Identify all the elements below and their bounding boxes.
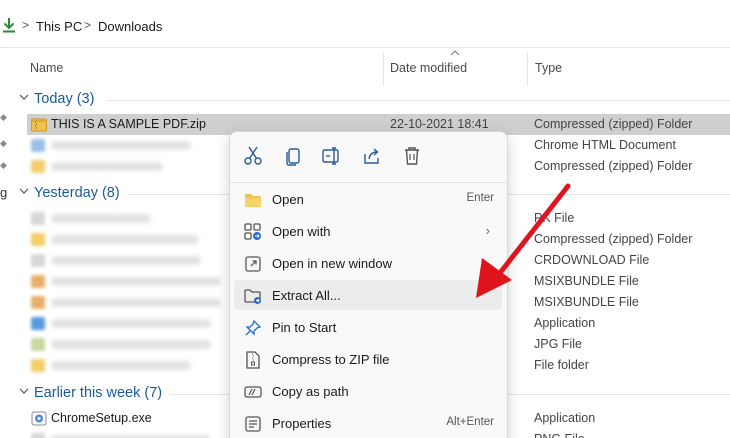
blurred-file-name — [51, 256, 201, 265]
group-label: Yesterday (8) — [34, 185, 120, 201]
file-type: MSIXBUNDLE File — [534, 295, 639, 309]
file-type: CRDOWNLOAD File — [534, 253, 650, 267]
left-pane-chevron-icon: ◆ — [0, 112, 7, 122]
group-label: Today (3) — [34, 91, 95, 107]
menu-item-extract-all[interactable]: Extract All... — [234, 280, 502, 310]
menu-item-pin-to-start[interactable]: Pin to Start — [234, 312, 502, 342]
menu-item-label: Open with — [272, 224, 331, 239]
breadcrumb-downloads[interactable]: Downloads — [98, 19, 162, 34]
share-icon[interactable] — [361, 144, 383, 168]
file-icon — [31, 359, 45, 372]
file-icon — [31, 296, 45, 309]
menu-item-label: Copy as path — [272, 384, 349, 399]
menu-item-label: Compress to ZIP file — [272, 352, 390, 367]
zip-folder-icon — [31, 118, 47, 132]
menu-item-compress-zip[interactable]: Compress to ZIP file — [234, 344, 502, 374]
column-header-row: Name Date modified Type — [0, 48, 730, 88]
blurred-file-name — [51, 319, 211, 328]
menu-item-properties[interactable]: Properties Alt+Enter — [234, 408, 502, 438]
rename-icon[interactable] — [321, 144, 343, 168]
cut-icon[interactable] — [242, 144, 264, 168]
menu-item-open-with[interactable]: Open with › — [234, 216, 502, 246]
chevron-right-icon: › — [485, 223, 490, 238]
file-icon — [31, 338, 45, 351]
column-divider[interactable] — [383, 52, 384, 86]
new-window-icon — [245, 256, 261, 272]
download-arrow-icon — [3, 18, 15, 33]
left-pane-chevron-icon: ◆ — [0, 160, 7, 170]
zip-file-icon — [246, 351, 260, 369]
file-type: Application — [534, 316, 596, 330]
menu-item-shortcut: Enter — [466, 192, 495, 204]
file-icon — [31, 139, 45, 152]
file-icon — [31, 275, 45, 288]
delete-icon[interactable] — [401, 144, 423, 168]
menu-item-label: Properties — [272, 416, 332, 431]
blurred-file-name — [51, 214, 151, 223]
chevron-down-icon — [19, 188, 29, 194]
file-type: PK File — [534, 211, 575, 225]
file-name: THIS IS A SAMPLE PDF.zip — [51, 117, 206, 131]
file-type: JPG File — [534, 337, 582, 351]
blurred-file-name — [51, 141, 191, 150]
group-label: Earlier this week (7) — [34, 385, 163, 401]
file-icon — [31, 233, 45, 246]
breadcrumb-this-pc[interactable]: This PC — [36, 19, 82, 34]
breadcrumb-separator: > — [22, 18, 30, 32]
menu-item-open-new-window[interactable]: Open in new window — [234, 248, 502, 278]
pin-icon — [245, 319, 262, 336]
group-divider — [108, 100, 730, 101]
file-type: Compressed (zipped) Folder — [534, 232, 693, 246]
chevron-down-icon — [19, 388, 29, 394]
open-with-icon — [244, 223, 261, 240]
address-bar[interactable]: > This PC > Downloads — [0, 0, 730, 48]
blurred-file-name — [51, 361, 191, 370]
menu-item-label: Open in new window — [272, 256, 392, 271]
copy-path-icon — [244, 386, 262, 398]
blurred-file-name — [51, 235, 199, 244]
blurred-file-name — [51, 277, 221, 286]
blurred-file-name — [51, 340, 211, 349]
file-date: 22-10-2021 18:41 — [390, 117, 489, 131]
file-type: Compressed (zipped) Folder — [534, 159, 693, 173]
folder-icon — [245, 194, 261, 207]
file-type: Compressed (zipped) Folder — [534, 117, 693, 131]
file-icon — [31, 212, 45, 225]
menu-item-label: Extract All... — [272, 288, 341, 303]
file-type: Chrome HTML Document — [534, 138, 676, 152]
column-date-header[interactable]: Date modified — [390, 61, 467, 75]
menu-item-open[interactable]: Open Enter — [234, 184, 502, 214]
chevron-down-icon — [19, 94, 29, 100]
breadcrumb-separator: > — [84, 18, 92, 32]
properties-icon — [245, 416, 261, 432]
sort-caret-icon — [450, 50, 460, 56]
file-type: Application — [534, 411, 596, 425]
menu-item-label: Pin to Start — [272, 320, 337, 335]
file-icon — [31, 433, 45, 438]
file-type: MSIXBUNDLE File — [534, 274, 639, 288]
file-icon — [31, 160, 45, 173]
extract-icon — [244, 289, 261, 304]
menu-item-copy-as-path[interactable]: Copy as path — [234, 376, 502, 406]
copy-icon[interactable] — [282, 144, 304, 168]
group-today[interactable]: Today (3) — [0, 88, 730, 112]
left-pane-chevron-icon: ◆ — [0, 138, 7, 148]
column-divider[interactable] — [527, 52, 528, 86]
column-type-header[interactable]: Type — [535, 61, 562, 75]
blurred-file-name — [51, 298, 221, 307]
file-name: ChromeSetup.exe — [51, 411, 152, 425]
menu-item-shortcut: Alt+Enter — [446, 416, 494, 428]
file-icon — [31, 254, 45, 267]
file-type: PNG File — [534, 432, 585, 438]
menu-divider — [230, 182, 507, 183]
file-type: File folder — [534, 358, 589, 372]
column-name-header[interactable]: Name — [30, 61, 63, 75]
menu-item-label: Open — [272, 192, 304, 207]
context-menu: Open Enter Open with › Open in new windo… — [229, 131, 508, 438]
file-icon — [31, 317, 45, 330]
blurred-file-name — [51, 162, 163, 171]
application-icon — [31, 411, 47, 426]
